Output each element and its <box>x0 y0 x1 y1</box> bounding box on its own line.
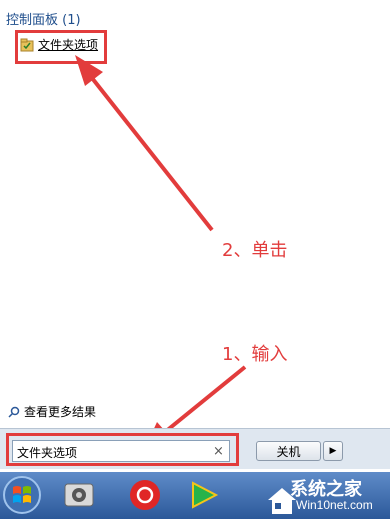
see-more-link[interactable]: 查看更多结果 <box>8 403 96 420</box>
media-icon[interactable] <box>62 478 96 512</box>
windows-start-icon[interactable] <box>2 475 42 515</box>
highlight-search <box>6 433 239 466</box>
search-icon <box>8 406 20 418</box>
video-player-icon[interactable] <box>186 478 220 512</box>
see-more-label: 查看更多结果 <box>24 405 97 419</box>
arrow-right-icon: ▶ <box>329 446 337 456</box>
watermark-url: Win10net.com <box>296 498 373 512</box>
netease-music-icon[interactable] <box>128 478 162 512</box>
shutdown-options-button[interactable]: ▶ <box>323 441 343 461</box>
shutdown-button[interactable]: 关机 <box>256 441 321 461</box>
